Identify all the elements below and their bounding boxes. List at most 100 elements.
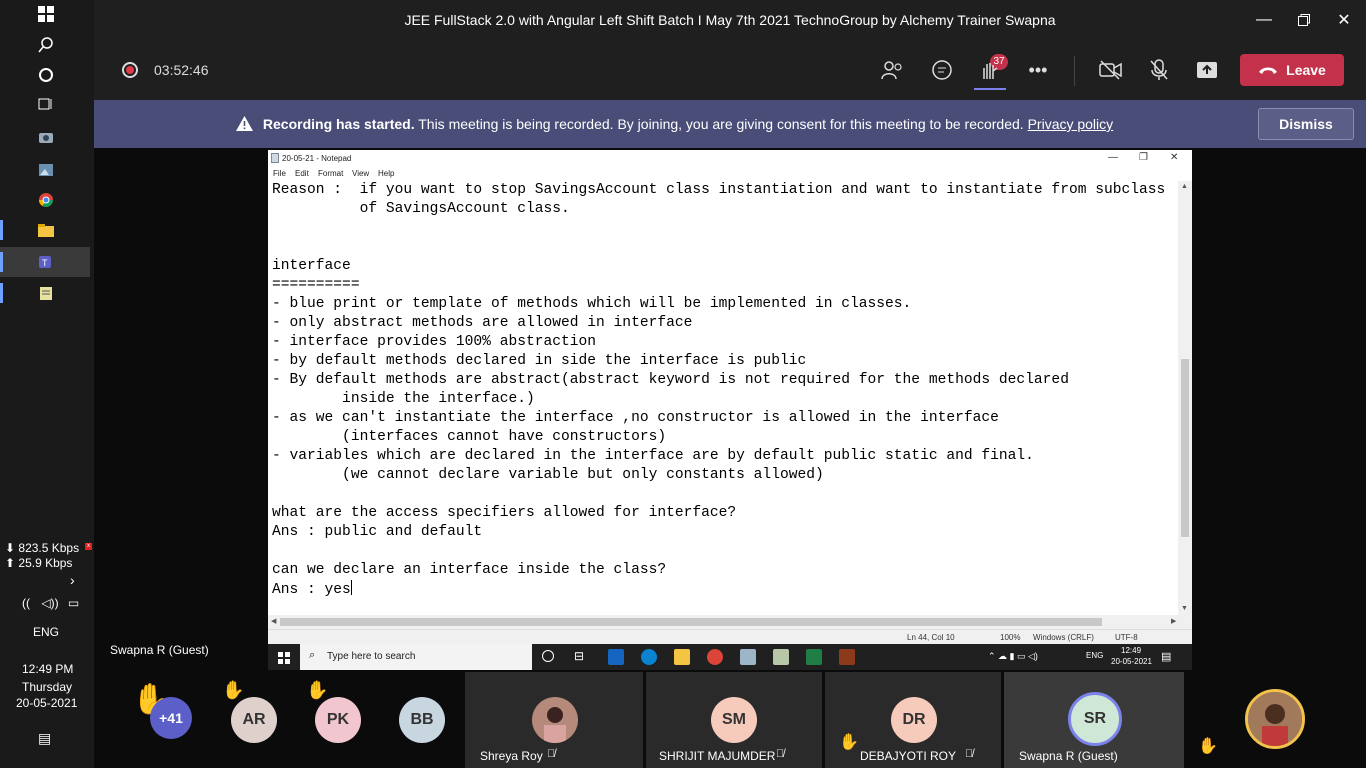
inner-language[interactable]: ENG [1086,651,1103,660]
notepad-text-area[interactable]: Reason : if you want to stop SavingsAcco… [272,181,1178,615]
leave-label: Leave [1286,62,1326,78]
text-line: - variables which are declared in the in… [272,448,1034,464]
participant-photo [532,697,578,743]
photos-app-icon[interactable] [36,160,56,180]
vertical-scrollbar[interactable]: ▲ ▼ [1178,181,1192,615]
scroll-left-icon[interactable]: ◀ [271,617,276,625]
cortana-icon[interactable] [542,650,554,662]
text-line: ​ [272,238,1178,257]
close-button[interactable]: ✕ [1324,0,1364,40]
windows-start-icon[interactable] [36,4,56,24]
participants-icon[interactable] [880,58,906,82]
clock-time[interactable]: 12:49 PM [22,662,73,676]
chrome-icon[interactable] [707,649,723,665]
tray-icons[interactable]: (( ◁)) ▭ [22,596,79,610]
file-explorer-icon[interactable] [674,649,690,665]
text-line: inside the interface.) [272,391,535,407]
cortana-icon[interactable] [36,65,56,85]
active-tab-underline [974,88,1006,90]
participant-avatar: DR [891,697,937,743]
chevron-right-icon[interactable]: › [70,572,75,588]
horizontal-scrollbar[interactable]: ◀ ▶ [268,615,1192,629]
menu-view[interactable]: View [352,169,369,178]
raise-hand-icon[interactable] [977,58,1003,82]
menu-help[interactable]: Help [378,169,394,178]
restore-button[interactable] [1284,0,1324,40]
inner-time[interactable]: 12:49 [1121,646,1141,655]
taskbar-search-box[interactable]: ⌕ Type here to search [300,644,532,670]
participant-avatar: SM [711,697,757,743]
text-line: - by default methods declared in side th… [272,353,807,369]
notification-icon[interactable]: ▤ [1161,650,1171,663]
svg-text:T: T [42,258,48,268]
camera-app-icon[interactable] [36,127,56,147]
mail-icon[interactable] [608,649,624,665]
minimize-button[interactable]: — [1244,0,1284,40]
excel-icon[interactable] [806,649,822,665]
text-caret [350,580,352,595]
notepad-minimize-button[interactable]: — [1108,152,1118,163]
privacy-policy-link[interactable]: Privacy policy [1028,116,1114,132]
menu-edit[interactable]: Edit [295,169,309,178]
scroll-down-icon[interactable]: ▼ [1181,605,1188,612]
mic-off-icon[interactable] [1146,58,1172,82]
close-meter-icon[interactable]: x [85,543,92,550]
share-screen-icon[interactable] [1194,58,1220,82]
toolbar-divider [1074,56,1075,86]
leave-button[interactable]: Leave [1240,54,1344,86]
zoom-level: 100% [1000,633,1021,642]
participant-tile[interactable]: Shreya Roy 🎙̸ [465,672,643,768]
dismiss-button[interactable]: Dismiss [1258,108,1354,140]
chat-icon[interactable] [929,58,955,82]
active-app-indicator [0,220,3,240]
text-line: Ans : yes [272,582,351,598]
scroll-right-icon[interactable]: ▶ [1171,617,1176,625]
recording-icon [122,62,138,78]
participant-tile[interactable]: SM SHRIJIT MAJUMDER 🎙̸ [646,672,822,768]
raised-hand-icon: ✋ [839,734,859,751]
participant-tile-speaking[interactable]: SR Swapna R (Guest) [1004,672,1184,768]
notepad-close-button[interactable]: ✕ [1170,152,1178,163]
participant-tile[interactable]: DR ✋ DEBAJYOTI ROY 🎙̸ [825,672,1001,768]
teams-icon[interactable]: T [36,252,56,272]
edge-icon[interactable] [641,649,657,665]
chrome-icon[interactable] [36,190,56,210]
notepad-icon[interactable] [36,283,56,303]
volume-icon[interactable]: ◁)) [41,596,58,610]
tray-icons[interactable]: ⌃ ☁ ▮ ▭ ◁) [988,651,1038,662]
wifi-icon[interactable]: (( [22,596,30,610]
search-icon[interactable] [36,35,56,55]
vertical-scroll-thumb[interactable] [1181,359,1189,537]
battery-icon[interactable]: ▭ [68,596,79,610]
text-line: - only abstract methods are allowed in i… [272,315,693,331]
participant-avatar[interactable]: AR [231,697,277,743]
file-explorer-icon[interactable] [36,221,56,241]
horizontal-scroll-thumb[interactable] [280,618,1102,626]
menu-format[interactable]: Format [318,169,343,178]
task-view-icon[interactable] [36,94,56,114]
text-line: Reason : if you want to stop SavingsAcco… [272,182,1166,198]
language-indicator[interactable]: ENG [33,625,59,639]
app-icon[interactable] [839,649,855,665]
camera-off-icon[interactable] [1098,58,1124,82]
participant-avatar[interactable]: PK [315,697,361,743]
windows-start-icon[interactable] [278,651,290,669]
notepad-restore-button[interactable]: ❐ [1139,152,1148,163]
menu-file[interactable]: File [273,169,286,178]
notification-icon[interactable]: ▤ [38,730,51,747]
task-view-icon[interactable]: ⊟ [574,649,584,663]
phone-hangup-icon [1258,62,1278,78]
mic-off-icon: 🎙̸ [547,748,556,760]
overflow-participants[interactable]: +41 [150,697,192,739]
app-icon[interactable] [773,649,789,665]
text-line: - blue print or template of methods whic… [272,296,912,312]
app-icon[interactable] [740,649,756,665]
participant-avatar[interactable]: BB [399,697,445,743]
scroll-up-icon[interactable]: ▲ [1181,183,1188,190]
more-options-icon[interactable]: ••• [1025,58,1051,82]
meeting-toolbar: 03:52:46 37 ••• Leave [94,40,1366,100]
text-line: ​ [272,485,1178,504]
active-app-indicator [0,283,3,303]
encoding: UTF-8 [1115,633,1138,642]
self-video-thumbnail[interactable] [1245,689,1305,749]
